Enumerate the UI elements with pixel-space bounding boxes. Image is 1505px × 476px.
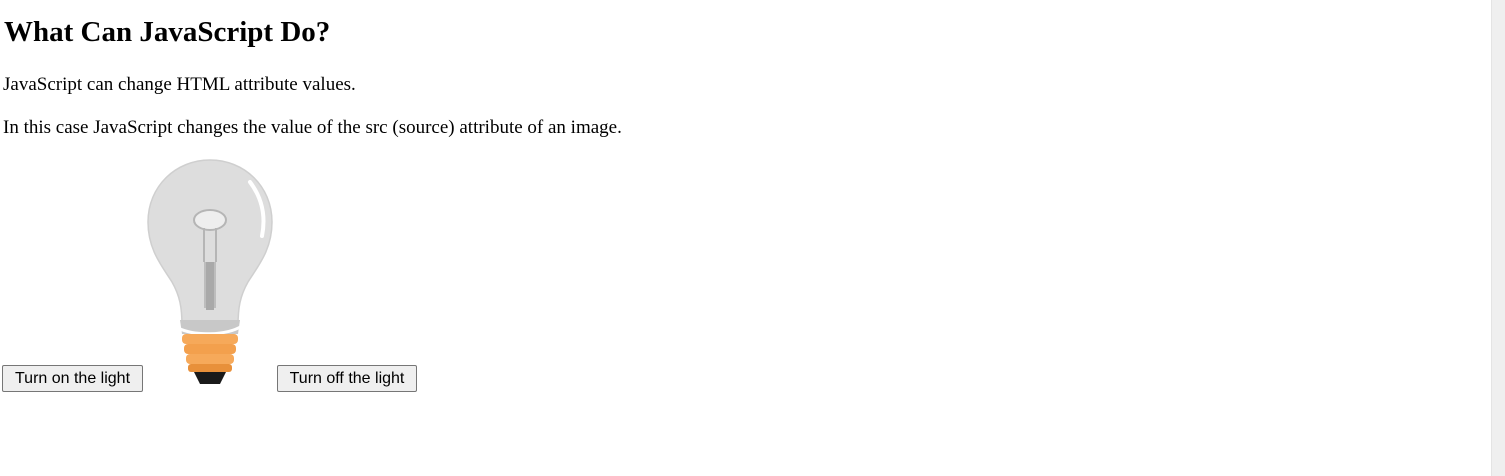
intro-paragraph: JavaScript can change HTML attribute val…: [3, 74, 356, 95]
page-title: What Can JavaScript Do?: [4, 16, 331, 48]
turn-on-light-button[interactable]: Turn on the light: [2, 365, 143, 392]
lightbulb-off-icon: [147, 159, 273, 384]
page-content: What Can JavaScript Do? JavaScript can c…: [0, 0, 1491, 476]
vertical-scrollbar[interactable]: [1491, 0, 1505, 476]
description-paragraph: In this case JavaScript changes the valu…: [3, 117, 622, 138]
turn-off-light-button[interactable]: Turn off the light: [277, 365, 417, 392]
